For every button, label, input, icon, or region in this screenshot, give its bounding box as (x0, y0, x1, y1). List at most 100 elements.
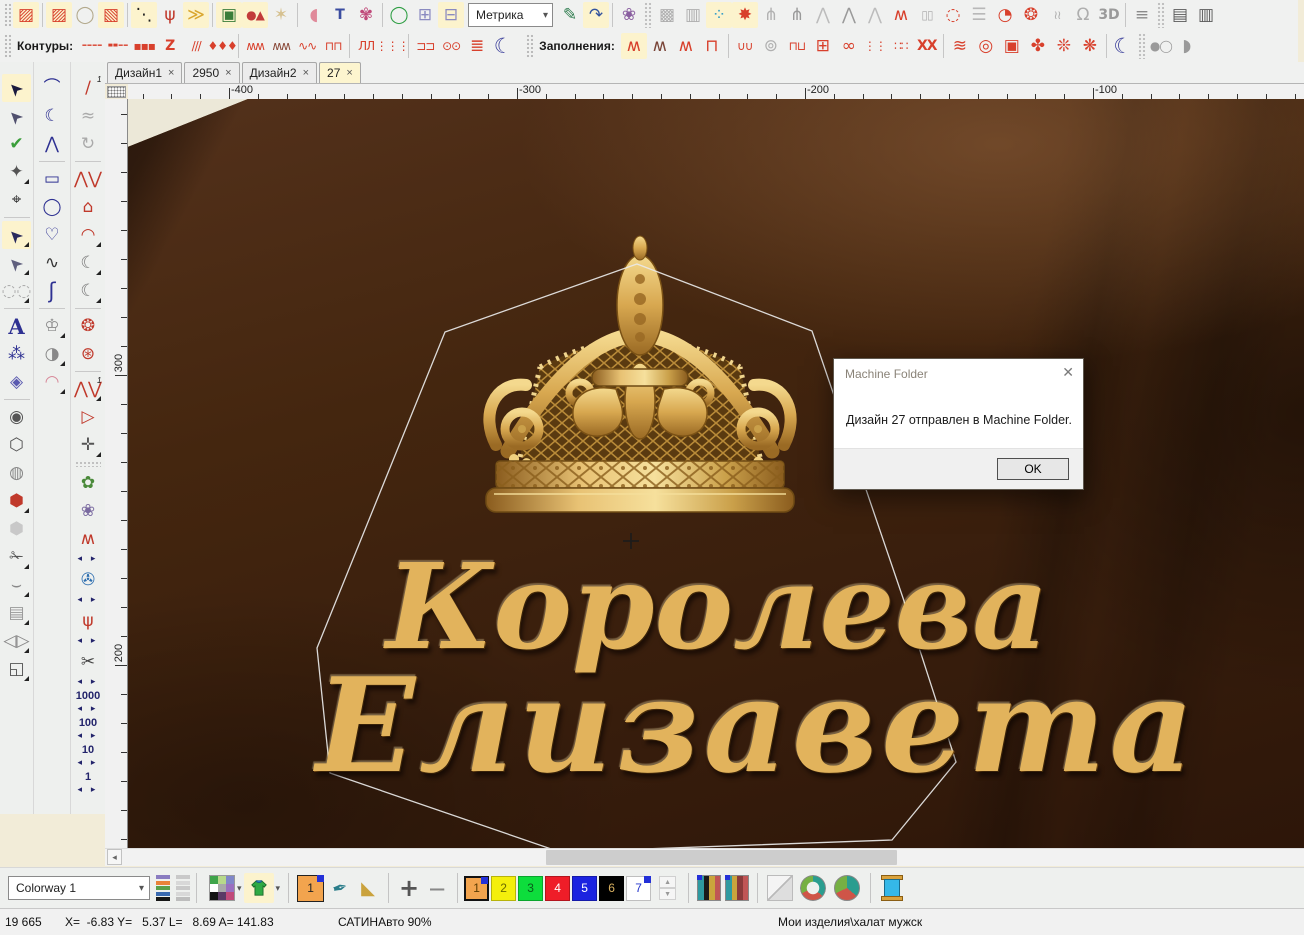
ornament-icon[interactable]: Ω (1070, 2, 1096, 28)
spinner-up-icon[interactable]: ▲ (659, 876, 676, 888)
mirror-tool[interactable]: ◁▷ (2, 627, 31, 655)
scrollbar-thumb[interactable] (546, 850, 897, 865)
bridge-shape-tool[interactable]: ♔ (38, 312, 67, 340)
magic-wand-tool[interactable]: ✦ (2, 158, 31, 186)
star-wheel-tool[interactable]: ❂ (74, 312, 103, 340)
thread-spool-icon[interactable] (881, 875, 903, 901)
clip-c-tool[interactable]: ☾ (74, 249, 103, 277)
fill-spiral-icon[interactable]: ◎ (973, 33, 999, 59)
fill-boxspiral-icon[interactable]: ▣ (999, 33, 1025, 59)
ring-outline-tool[interactable]: ◉ (2, 403, 31, 431)
mesh-diag-icon[interactable]: ▩ (654, 2, 680, 28)
add-node-tool[interactable]: ✛ (74, 431, 103, 459)
product-visualizer-icon[interactable] (244, 873, 274, 903)
ruler-origin-button[interactable] (107, 86, 126, 98)
freehand-closed-tool[interactable]: ʃ (38, 277, 67, 305)
kerning-tool[interactable]: ⁂ (2, 340, 31, 368)
spoke-wheel-tool[interactable]: ⊛ (74, 340, 103, 368)
collar-shape-tool[interactable]: ◠ (38, 368, 67, 396)
stitch-comb-icon[interactable]: ⊓⊓ (320, 33, 346, 59)
fill-squarewave-icon[interactable]: ⊓⊔ (784, 33, 810, 59)
star-burst-icon[interactable]: ✸ (732, 2, 758, 28)
grid-guides-icon[interactable]: ⊟ (438, 2, 464, 28)
doc-summary-icon[interactable]: ▤ (1167, 2, 1193, 28)
zigzag-red-icon[interactable]: ʍ (888, 2, 914, 28)
color-wheel-icon[interactable] (800, 875, 826, 901)
outline-satin-icon[interactable]: /// (183, 33, 209, 59)
garment-icon[interactable]: T (327, 2, 353, 28)
machine-function-tool-2[interactable]: ❀ (74, 497, 103, 525)
fill-dotgrid-icon[interactable]: ∷∷ (888, 33, 914, 59)
stitch-ladder-icon[interactable]: ≣ (464, 33, 490, 59)
polyline-digitize-tool[interactable]: ⋀ (38, 130, 67, 158)
fill-cross-icon[interactable]: XX (914, 33, 940, 59)
ok-button[interactable]: OK (997, 458, 1069, 480)
weave-icon[interactable]: ▥ (680, 2, 706, 28)
fill-meander1-icon[interactable]: ✤ (1025, 33, 1051, 59)
nudge-arrows[interactable]: ◂ ▸ (78, 676, 99, 689)
polyline-measure-tool[interactable]: ⋀⋁1 (74, 375, 103, 403)
rotate-ring-tool[interactable]: ↻ (74, 130, 103, 158)
polyline-nodes-tool[interactable]: ⋀⋁ (74, 165, 103, 193)
scissors-icon[interactable]: ✂ (74, 648, 103, 676)
fill-comb-icon[interactable]: ⊓ (699, 33, 725, 59)
ellipse-tool[interactable]: ◯ (38, 193, 67, 221)
collar-icon[interactable]: ◖ (301, 2, 327, 28)
stitch-zigzag2-icon[interactable]: ʍʍ (268, 33, 294, 59)
fill-tatami1-icon[interactable]: ʍ (621, 33, 647, 59)
remove-color-button[interactable]: — (423, 874, 451, 902)
spinner-down-icon[interactable]: ▼ (659, 888, 676, 900)
flower-export-icon[interactable]: ❀ (616, 2, 642, 28)
color-swatch-7[interactable]: 7 (626, 876, 651, 901)
clip-c-plus-tool[interactable]: ☾ (74, 277, 103, 305)
stitch-edit-tool[interactable]: ◌◌ (2, 277, 31, 305)
grid-icon[interactable]: ⊞ (412, 2, 438, 28)
color-swatch-6[interactable]: 6 (599, 876, 624, 901)
fill-meander2-icon[interactable]: ❊ (1051, 33, 1077, 59)
polygon-select-tool[interactable]: ➤ (2, 102, 31, 130)
arc-digitize-tool[interactable]: ⌒ (38, 74, 67, 102)
shape-boolean-tool[interactable]: ◱ (2, 655, 31, 683)
fill-weave-icon[interactable]: ⊞ (810, 33, 836, 59)
design-canvas[interactable]: Королева Елизавета (128, 99, 1304, 848)
color-picker-icon[interactable]: ✒ (323, 871, 357, 905)
satin-patch-icon[interactable]: ▧ (98, 2, 124, 28)
outline-zigzag-icon[interactable]: Z (157, 33, 183, 59)
fill-contour-waves-icon[interactable]: ≋ (947, 33, 973, 59)
outline-dash2-icon[interactable]: ╍╌ (105, 33, 131, 59)
cut-lines-icon[interactable]: ⋔ (758, 2, 784, 28)
nudge-100-arrows[interactable]: ◂ ▸ (78, 730, 99, 743)
weld-shapes-icon[interactable]: ●◯ (1148, 33, 1174, 59)
fill-satin-big-icon[interactable]: ▨ (13, 2, 39, 28)
thread-spool-icon[interactable]: ✇ (74, 566, 103, 594)
curve-digitize-tool[interactable]: ☾ (38, 102, 67, 130)
threed-icon[interactable]: 3D (1096, 2, 1122, 28)
nudge-arrows[interactable]: ◂ ▸ (78, 553, 99, 566)
fill-rings-icon[interactable]: ⊚ (758, 33, 784, 59)
curve-arrow-icon[interactable]: ↷ (583, 2, 609, 28)
colorway-select[interactable]: Colorway 1 ▾ (8, 876, 150, 900)
basic-shapes-tool[interactable]: ♡ (38, 221, 67, 249)
nudge-1-arrows[interactable]: ◂ ▸ (78, 784, 99, 797)
node-edit-tool[interactable]: ➤ (2, 249, 31, 277)
nudge-arrows[interactable]: ◂ ▸ (78, 635, 99, 648)
color-swatch-2[interactable]: 2 (491, 876, 516, 901)
satin-outline-icon[interactable]: ▨ (46, 2, 72, 28)
fill-hatchcols-icon[interactable]: ⋮⋮ (862, 33, 888, 59)
fill-chain-icon[interactable]: ∞ (836, 33, 862, 59)
color-swatch-5[interactable]: 5 (572, 876, 597, 901)
thread-chart-icon[interactable] (697, 875, 721, 901)
colorway-list-icon[interactable] (156, 875, 170, 901)
split-curve-tool[interactable]: ⌣ (2, 571, 31, 599)
picture-icon[interactable]: ▣ (216, 2, 242, 28)
fill-satin-icon[interactable]: ʍ (673, 33, 699, 59)
nudge-1000-arrows[interactable]: ◂ ▸ (78, 703, 99, 716)
freehand-open-tool[interactable]: ∿ (38, 249, 67, 277)
aframe-icon-3[interactable]: ⋀ (862, 2, 888, 28)
knife-tool[interactable]: ✁ (2, 543, 31, 571)
color-sphere-icon[interactable] (834, 875, 860, 901)
lettering-tool[interactable]: A (2, 312, 31, 340)
wheel-stitch-icon[interactable]: ❂ (1018, 2, 1044, 28)
fill-meander3-icon[interactable]: ❋ (1077, 33, 1103, 59)
machine-function-tool-1[interactable]: ✿ (74, 469, 103, 497)
